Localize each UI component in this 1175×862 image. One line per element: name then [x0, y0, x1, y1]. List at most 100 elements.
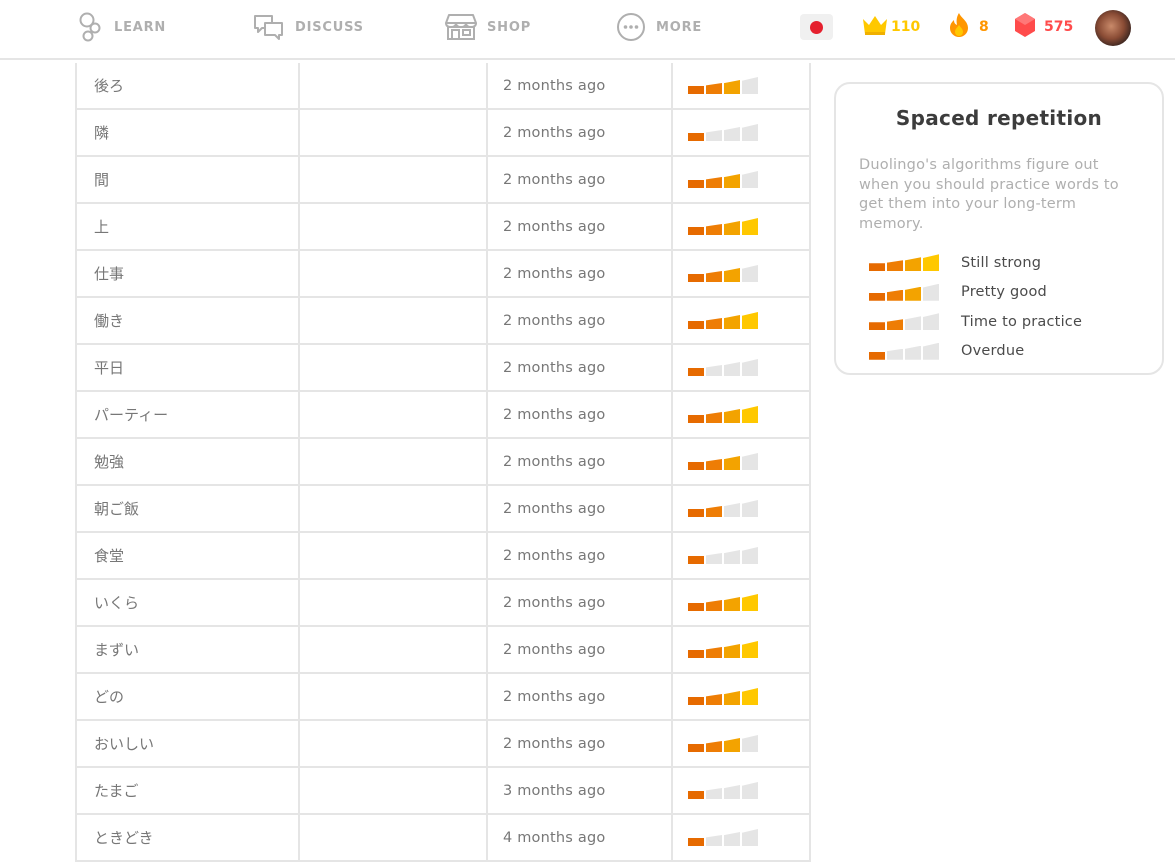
table-row[interactable]: まずい 2 months ago	[77, 627, 811, 674]
table-row[interactable]: 食堂 2 months ago	[77, 533, 811, 580]
strength-bar-segment	[923, 342, 939, 360]
strength-cell	[673, 486, 811, 533]
strength-bar-segment	[724, 268, 740, 282]
nav-learn[interactable]: LEARN	[78, 12, 166, 42]
translation-cell	[300, 392, 488, 439]
strength-bar-segment	[905, 345, 921, 360]
crowns-counter[interactable]: 110	[861, 12, 920, 42]
table-row[interactable]: ときどき 4 months ago	[77, 815, 811, 862]
strength-bar-segment	[688, 133, 704, 141]
translation-cell	[300, 345, 488, 392]
legend-label: Still strong	[961, 254, 1042, 271]
strength-bar-segment	[742, 312, 758, 329]
strength-bar-segment	[724, 315, 740, 329]
streak-counter[interactable]: 8	[948, 12, 989, 42]
strength-bar-segment	[706, 835, 722, 846]
strength-cell	[673, 345, 811, 392]
strength-bar-segment	[706, 506, 722, 517]
table-row[interactable]: たまご 3 months ago	[77, 768, 811, 815]
table-row[interactable]: 勉強 2 months ago	[77, 439, 811, 486]
strength-bar-segment	[905, 286, 921, 301]
strength-bar-segment	[887, 260, 903, 272]
strength-bar-segment	[688, 321, 704, 329]
strength-bars	[688, 406, 760, 423]
language-flag-button[interactable]	[800, 14, 833, 40]
legend-label: Overdue	[961, 343, 1025, 360]
table-row[interactable]: 働き 2 months ago	[77, 298, 811, 345]
table-row[interactable]: 隣 2 months ago	[77, 110, 811, 157]
table-row[interactable]: 仕事 2 months ago	[77, 251, 811, 298]
translation-cell	[300, 674, 488, 721]
word-cell: 勉強	[77, 439, 300, 486]
last-practiced-cell: 2 months ago	[488, 721, 673, 768]
strength-bar-segment	[742, 171, 758, 188]
profile-avatar[interactable]	[1095, 10, 1131, 46]
word-cell: いくら	[77, 580, 300, 627]
strength-bar-segment	[688, 744, 704, 752]
streak-count: 8	[979, 19, 989, 35]
word-cell: パーティー	[77, 392, 300, 439]
nav-discuss[interactable]: DISCUSS	[253, 12, 364, 42]
strength-bar-segment	[724, 409, 740, 423]
strength-bar-segment	[742, 265, 758, 282]
legend-label: Pretty good	[961, 284, 1047, 301]
strength-bar-segment	[724, 174, 740, 188]
table-row[interactable]: 間 2 months ago	[77, 157, 811, 204]
strength-bar-segment	[724, 456, 740, 470]
last-practiced-cell: 4 months ago	[488, 815, 673, 862]
strength-bar-segment	[688, 556, 704, 564]
strength-cell	[673, 204, 811, 251]
translation-cell	[300, 63, 488, 110]
table-row[interactable]: 平日 2 months ago	[77, 345, 811, 392]
strength-bars	[688, 500, 760, 517]
strength-cell	[673, 63, 811, 110]
nav-more-label: MORE	[656, 19, 703, 35]
strength-bars	[688, 782, 760, 799]
table-row[interactable]: どの 2 months ago	[77, 674, 811, 721]
table-row[interactable]: いくら 2 months ago	[77, 580, 811, 627]
strength-bars	[869, 254, 941, 272]
strength-bar-segment	[887, 348, 903, 360]
strength-bars	[688, 171, 760, 188]
word-cell: 上	[77, 204, 300, 251]
last-practiced-cell: 2 months ago	[488, 627, 673, 674]
strength-bar-segment	[742, 641, 758, 658]
strength-bar-segment	[724, 785, 740, 799]
legend-label: Time to practice	[961, 313, 1083, 330]
last-practiced-cell: 2 months ago	[488, 251, 673, 298]
strength-cell	[673, 627, 811, 674]
strength-bars	[688, 312, 760, 329]
last-practiced-cell: 2 months ago	[488, 674, 673, 721]
strength-bar-segment	[688, 509, 704, 517]
strength-bar-segment	[742, 688, 758, 705]
crowns-count: 110	[891, 19, 921, 35]
strength-bar-segment	[706, 412, 722, 423]
translation-cell	[300, 627, 488, 674]
strength-bar-segment	[706, 600, 722, 611]
strength-cell	[673, 439, 811, 486]
strength-bar-segment	[706, 177, 722, 188]
table-row[interactable]: パーティー 2 months ago	[77, 392, 811, 439]
strength-bar-segment	[724, 597, 740, 611]
table-row[interactable]: 朝ご飯 2 months ago	[77, 486, 811, 533]
table-row[interactable]: おいしい 2 months ago	[77, 721, 811, 768]
strength-bar-segment	[869, 351, 885, 360]
strength-bar-segment	[724, 80, 740, 94]
gems-counter[interactable]: 575	[1014, 12, 1073, 42]
strength-bar-segment	[706, 647, 722, 658]
strength-bars	[688, 453, 760, 470]
nav-shop[interactable]: SHOP	[445, 12, 531, 42]
strength-cell	[673, 580, 811, 627]
strength-bars	[688, 218, 760, 235]
strength-bars	[688, 688, 760, 705]
strength-bar-segment	[724, 832, 740, 846]
spaced-repetition-card: Spaced repetition Duolingo's algorithms …	[834, 82, 1164, 375]
nav-more[interactable]: MORE	[616, 12, 702, 42]
strength-bar-segment	[706, 741, 722, 752]
table-row[interactable]: 上 2 months ago	[77, 204, 811, 251]
strength-cell	[673, 298, 811, 345]
table-row[interactable]: 後ろ 2 months ago	[77, 63, 811, 110]
strength-bar-segment	[724, 644, 740, 658]
nav-discuss-label: DISCUSS	[295, 19, 364, 35]
translation-cell	[300, 768, 488, 815]
